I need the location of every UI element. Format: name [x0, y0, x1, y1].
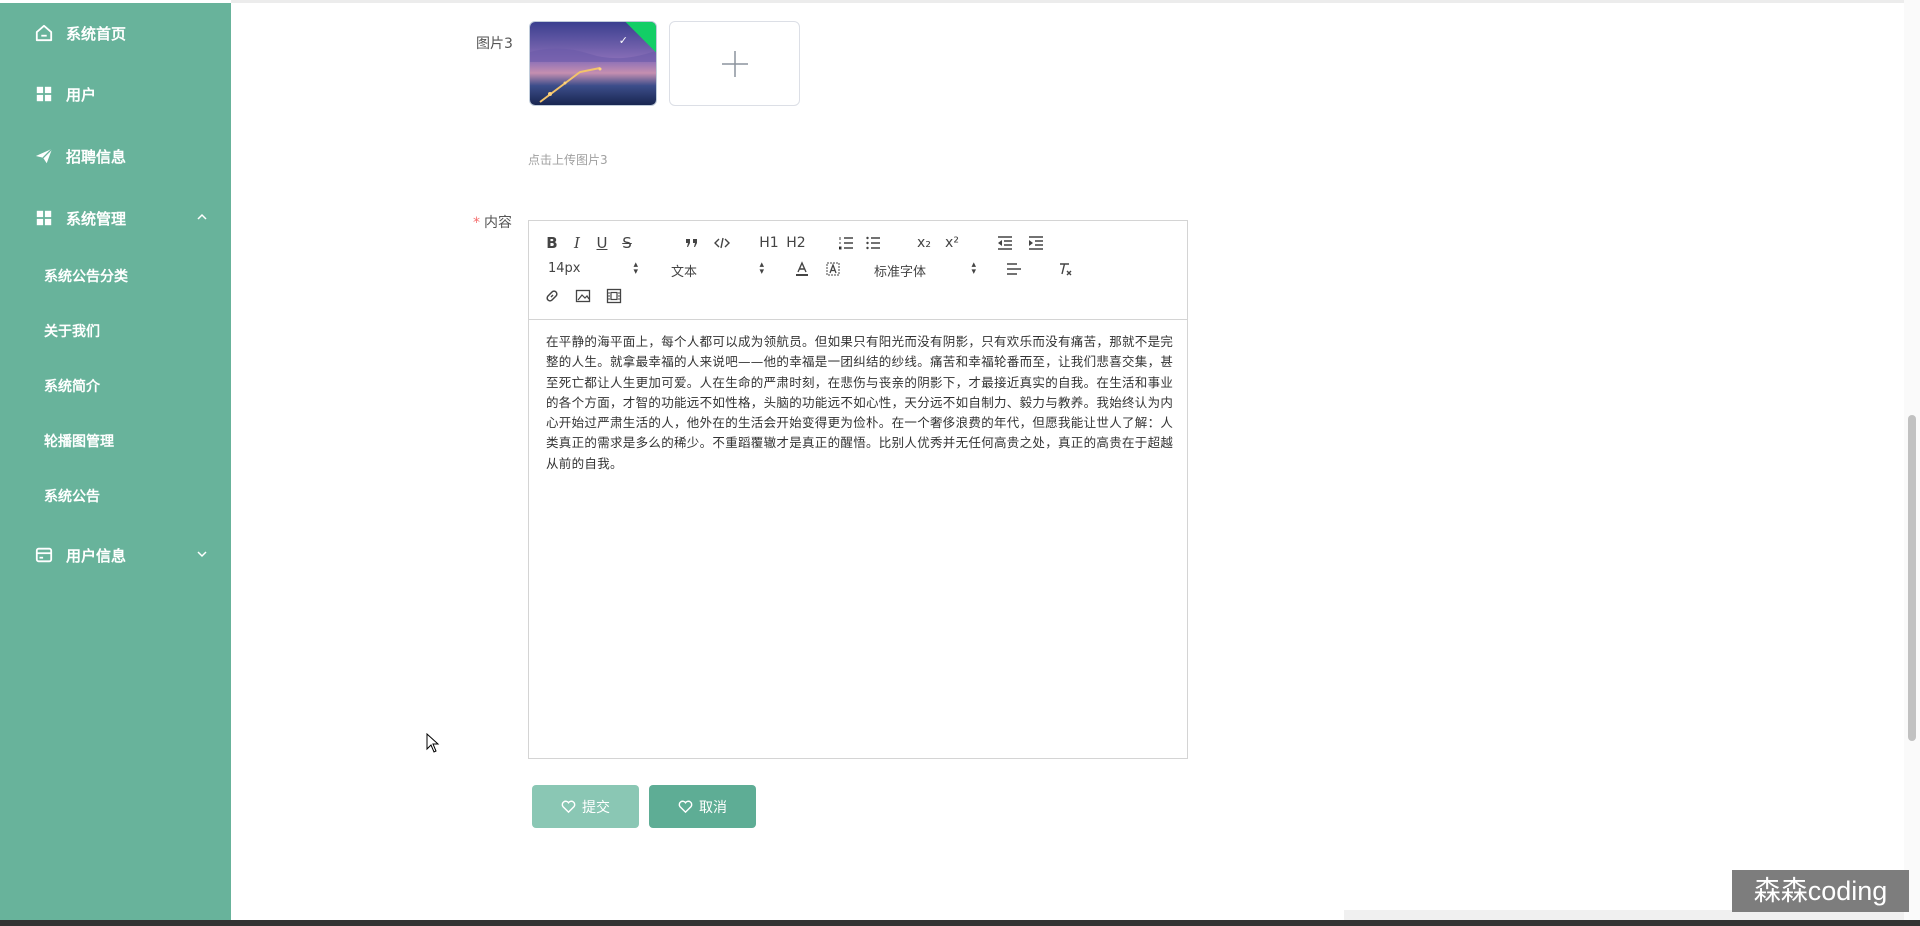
link-icon — [546, 290, 558, 302]
header-1-button[interactable]: H1 — [758, 233, 780, 253]
align-button[interactable] — [1003, 259, 1025, 279]
background-color-icon — [826, 262, 840, 276]
bullet-list-icon — [866, 236, 880, 250]
sidebar-item-label: 系统首页 — [66, 24, 127, 43]
content-label: * 内容 — [473, 212, 512, 232]
sidebar-item-jobs[interactable]: 招聘信息 — [0, 136, 231, 176]
top-border — [231, 0, 1920, 3]
scrollbar-thumb[interactable] — [1908, 415, 1916, 741]
submenu-item-label: 系统公告 — [44, 489, 100, 505]
editor-toolbar: B I U S H1 H2 x₂ x² 14px ▴ ▾ 文本 ▴ ▾ 标准字体… — [529, 221, 1187, 320]
image-icon — [575, 289, 591, 303]
sidebar-item-label: 用户信息 — [66, 546, 127, 565]
bullet-list-button[interactable] — [862, 233, 884, 253]
submenu-item-carousel[interactable]: 轮播图管理 — [0, 423, 231, 459]
link-button[interactable] — [541, 286, 563, 306]
submenu-item-system-intro[interactable]: 系统简介 — [0, 368, 231, 404]
video-button[interactable] — [603, 286, 625, 306]
video-icon — [606, 288, 622, 304]
subscript-button[interactable]: x₂ — [913, 233, 935, 253]
font-color-icon — [796, 261, 808, 276]
sidebar-item-label: 用户 — [66, 85, 97, 104]
font-family-value: 标准字体 — [874, 265, 927, 280]
header-select[interactable]: 文本 ▴ ▾ — [671, 260, 764, 281]
content-label-text: 内容 — [484, 215, 512, 231]
clear-format-icon — [1060, 263, 1072, 276]
header-2-button[interactable]: H2 — [785, 233, 807, 253]
background-color-button[interactable] — [822, 259, 844, 279]
editor-content[interactable]: 在平静的海平面上，每个人都可以成为领航员。但如果只有阳光而没有阴影，只有欢乐而没… — [546, 332, 1176, 474]
paper-plane-icon — [34, 146, 54, 166]
ordered-list-icon — [839, 237, 853, 250]
font-size-select[interactable]: 14px ▴ ▾ — [548, 261, 638, 277]
sidebar-item-users[interactable]: 用户 — [0, 74, 231, 114]
home-icon — [34, 23, 54, 43]
updown-caret-icon: ▴ ▾ — [633, 260, 638, 277]
mouse-cursor-icon — [426, 733, 440, 753]
taskbar-edge — [0, 920, 1920, 926]
image-button[interactable] — [572, 286, 594, 306]
outdent-button[interactable] — [994, 233, 1016, 253]
submenu-item-about-us[interactable]: 关于我们 — [0, 313, 231, 349]
updown-caret-icon: ▴ ▾ — [759, 260, 764, 277]
ordered-list-button[interactable] — [835, 233, 857, 253]
sidebar-item-system-management[interactable]: 系统管理 — [0, 198, 231, 238]
sidebar-item-home[interactable]: 系统首页 — [0, 13, 231, 53]
cancel-button[interactable]: 取消 — [649, 785, 756, 828]
image3-label: 图片3 — [476, 36, 513, 52]
submenu-item-notice-category[interactable]: 系统公告分类 — [0, 258, 231, 294]
outdent-icon — [998, 236, 1012, 250]
submenu-item-notice[interactable]: 系统公告 — [0, 478, 231, 514]
code-icon — [714, 237, 730, 249]
plus-icon — [721, 50, 748, 77]
underline-button[interactable]: U — [591, 233, 613, 253]
font-color-button[interactable] — [791, 259, 813, 279]
watermark: 森森coding — [1732, 870, 1909, 912]
grid-icon — [34, 84, 54, 104]
updown-caret-icon: ▴ ▾ — [971, 260, 976, 277]
font-size-value: 14px — [548, 261, 581, 276]
check-icon: ✓ — [618, 34, 628, 47]
upload-tip: 点击上传图片3 — [528, 153, 608, 167]
indent-icon — [1029, 236, 1043, 250]
font-family-select[interactable]: 标准字体 ▴ ▾ — [874, 260, 976, 281]
uploaded-image-thumbnail[interactable]: ✓ — [529, 21, 657, 106]
rich-text-editor: B I U S H1 H2 x₂ x² 14px ▴ ▾ 文本 ▴ ▾ 标准字体… — [528, 220, 1188, 759]
submit-button[interactable]: 提交 — [532, 785, 639, 828]
submenu-item-label: 系统公告分类 — [44, 269, 128, 285]
submenu-item-label: 系统简介 — [44, 379, 100, 395]
italic-button[interactable]: I — [566, 233, 588, 253]
superscript-button[interactable]: x² — [941, 233, 963, 253]
sidebar-item-label: 系统管理 — [66, 209, 127, 228]
submenu-item-label: 关于我们 — [44, 324, 100, 340]
indent-button[interactable] — [1025, 233, 1047, 253]
code-block-button[interactable] — [711, 233, 733, 253]
submenu-item-label: 轮播图管理 — [44, 434, 114, 450]
sidebar-item-label: 招聘信息 — [66, 147, 127, 166]
align-left-icon — [1007, 263, 1021, 275]
chevron-up-icon — [197, 213, 207, 220]
blockquote-button[interactable] — [681, 233, 703, 253]
sidebar-item-user-info[interactable]: 用户信息 — [0, 535, 231, 575]
bold-button[interactable]: B — [541, 233, 563, 253]
card-icon — [34, 545, 54, 565]
grid-icon — [34, 208, 54, 228]
heart-icon — [678, 800, 693, 814]
upload-image-button[interactable] — [669, 21, 800, 106]
clear-format-button[interactable] — [1054, 259, 1076, 279]
quote-icon — [686, 239, 697, 247]
heart-icon — [561, 800, 576, 814]
chevron-down-icon — [197, 551, 207, 558]
sidebar: 系统首页 用户 招聘信息 系统管理 系统公告分类 关于我们 系统简介 轮播图管理… — [0, 3, 231, 926]
required-mark: * — [473, 215, 480, 231]
strike-button[interactable]: S — [616, 233, 638, 253]
submit-label: 提交 — [582, 799, 610, 816]
header-select-value: 文本 — [671, 265, 698, 280]
cancel-label: 取消 — [699, 799, 727, 816]
